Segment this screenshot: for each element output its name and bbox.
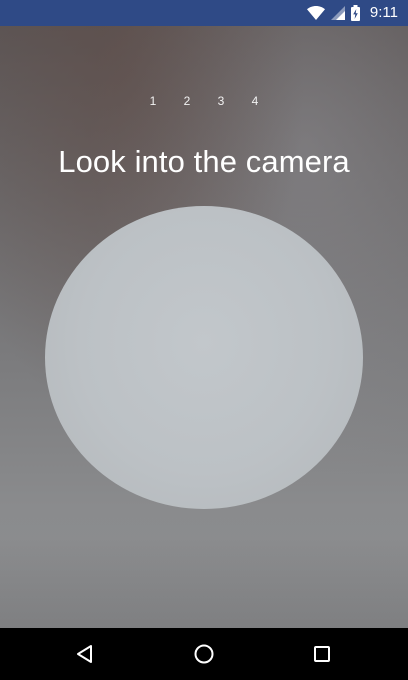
cell-signal-icon <box>330 6 345 20</box>
step-4: 4 <box>251 94 259 108</box>
step-indicator: 1 2 3 4 <box>0 94 408 108</box>
prompt-title: Look into the camera <box>58 144 350 179</box>
camera-preview: 1 2 3 4 Look into the camera <box>0 26 408 628</box>
step-3: 3 <box>217 94 225 108</box>
status-time: 9:11 <box>369 4 398 21</box>
status-icons: 9:11 <box>306 0 398 26</box>
back-button[interactable] <box>55 628 115 680</box>
navigation-bar <box>0 628 408 680</box>
screen: 9:11 1 2 3 4 Look into the camera <box>0 0 408 680</box>
wifi-icon <box>306 6 325 20</box>
step-1: 1 <box>149 94 157 108</box>
face-target-circle <box>45 206 363 509</box>
battery-charging-icon <box>350 5 360 21</box>
recents-icon <box>314 646 330 662</box>
step-2: 2 <box>183 94 191 108</box>
status-bar: 9:11 <box>0 0 408 26</box>
home-button[interactable] <box>174 628 234 680</box>
home-icon <box>194 644 214 664</box>
back-icon <box>77 645 92 663</box>
recents-button[interactable] <box>292 628 352 680</box>
